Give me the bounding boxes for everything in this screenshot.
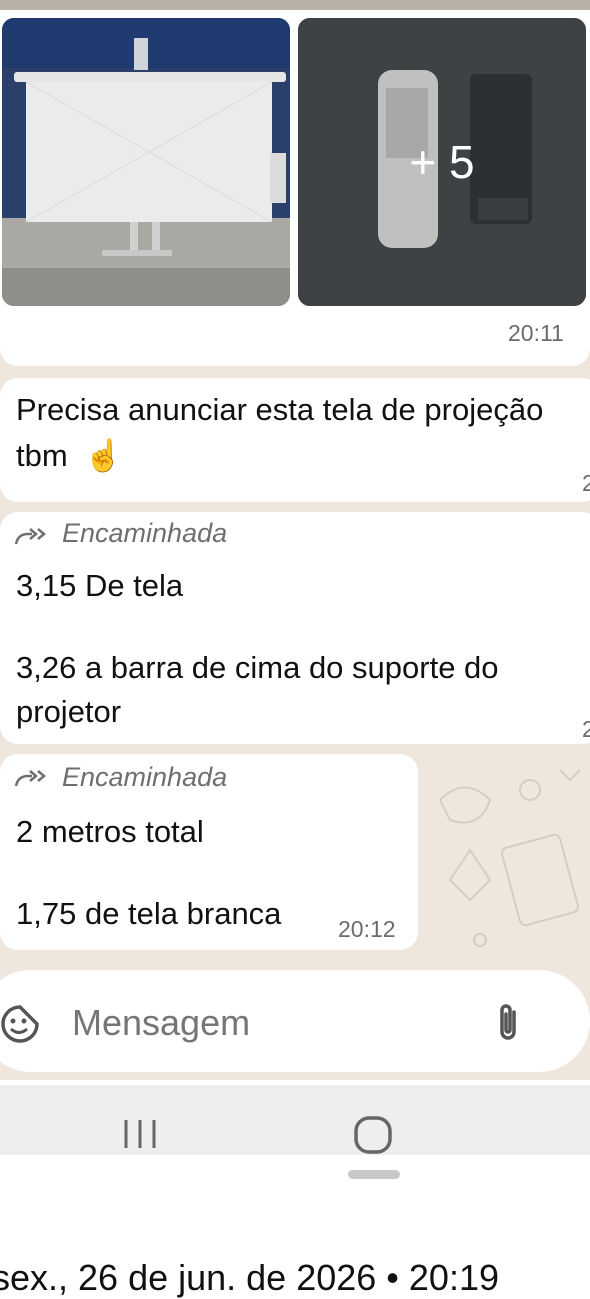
forwarded-label: Encaminhada: [62, 762, 228, 792]
message-text-line: 3,26 a barra de cima do suporte do: [16, 650, 499, 685]
home-icon[interactable]: [352, 1114, 394, 1156]
system-navigation-bar: [0, 1085, 590, 1155]
gesture-handle[interactable]: [348, 1170, 400, 1179]
footer-caption: sex., 26 de jun. de 2026 • 20:19: [0, 1257, 499, 1298]
message-text-line: 1,75 de tela branca: [16, 896, 282, 931]
remote-control-photo[interactable]: + 5: [298, 18, 586, 306]
message-text-line: tbm: [16, 438, 68, 473]
sticker-emoji-icon[interactable]: [0, 1004, 40, 1044]
forwarded-icon: [14, 770, 46, 787]
message-timestamp: 20:12: [338, 916, 396, 942]
recent-apps-icon[interactable]: [120, 1116, 160, 1152]
chat-area: + 5 20:11 Precisa anunciar esta tela de …: [0, 0, 590, 1080]
paperclip-icon[interactable]: [492, 1002, 524, 1044]
message-text-line: projetor: [16, 694, 122, 729]
screenshot-footer: sex., 26 de jun. de 2026 • 20:19: [0, 1155, 590, 1298]
message-text-line: 2 metros total: [16, 814, 204, 849]
message-timestamp: 2: [582, 716, 590, 742]
projection-screen-photo[interactable]: [2, 18, 290, 306]
pointing-up-emoji: ☝: [84, 438, 123, 473]
forwarded-icon: [14, 528, 46, 545]
message-text-line: Precisa anunciar esta tela de projeção: [16, 392, 544, 427]
wallpaper-doodles: [438, 769, 581, 947]
message-input[interactable]: [70, 996, 454, 1050]
message-text-line: 3,15 De tela: [16, 568, 184, 603]
media-timestamp: 20:11: [508, 320, 564, 346]
forwarded-label: Encaminhada: [62, 518, 228, 548]
message-timestamp: 2: [582, 470, 590, 496]
more-media-count: + 5: [409, 136, 475, 188]
